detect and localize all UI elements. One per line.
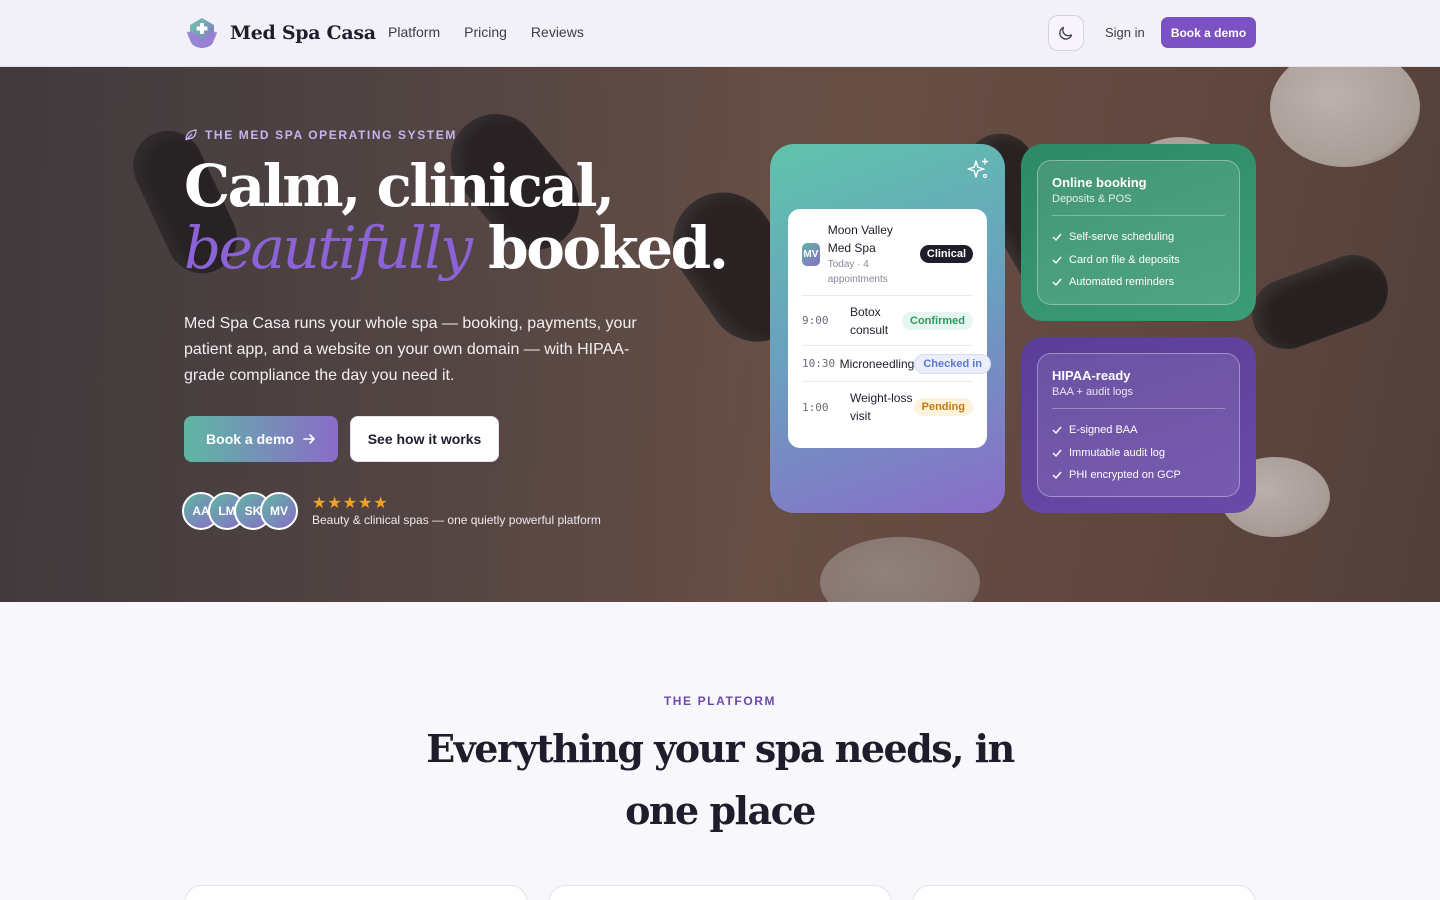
- moon-icon: [1059, 26, 1073, 40]
- nav-book-demo-button[interactable]: Book a demo: [1161, 17, 1256, 48]
- social-proof-text: Beauty & clinical spas — one quietly pow…: [312, 513, 601, 527]
- theme-toggle-button[interactable]: [1048, 15, 1084, 51]
- schedule-subtitle: Today · 4 appointments: [827, 259, 888, 285]
- primary-nav: Platform Pricing Reviews: [388, 24, 584, 40]
- feature-item-label: Automated reminders: [1069, 276, 1175, 289]
- brand-name: Med Spa Casa: [230, 22, 376, 44]
- spa-name: Moon Valley Med Spa: [827, 223, 893, 255]
- feature-item: Automated reminders: [1052, 271, 1225, 294]
- feature-card-inner: Online booking Deposits & POS Self-serve…: [1037, 160, 1240, 305]
- sparkle-icon: [967, 158, 989, 179]
- feature-subtitle: Deposits & POS: [1052, 193, 1225, 216]
- hipaa-card: HIPAA-ready BAA + audit logs E-signed BA…: [1021, 337, 1256, 513]
- hero-eyebrow-text: THE MED SPA OPERATING SYSTEM: [205, 128, 457, 142]
- check-icon: [1052, 233, 1062, 242]
- appointment-name: Microneedling: [839, 356, 915, 371]
- feature-title: HIPAA-ready: [1052, 368, 1131, 383]
- headline-end: booked.: [488, 214, 729, 282]
- headline-line-1: Calm, clinical,: [184, 152, 615, 220]
- hero-headline: Calm, clinical, beautifully booked.: [184, 152, 729, 282]
- hero-lead: Med Spa Casa runs your whole spa — booki…: [184, 315, 637, 384]
- check-icon: [1052, 449, 1062, 457]
- star-rating: ★★★★★: [312, 495, 389, 512]
- appointment-time: 10:30: [802, 357, 836, 370]
- appointment-row[interactable]: 10:30 Microneedling Checked in: [802, 346, 991, 382]
- nav-link-reviews[interactable]: Reviews: [531, 24, 584, 40]
- check-icon: [1052, 426, 1062, 435]
- feature-list: Self-serve scheduling Card on file & dep…: [1052, 226, 1225, 294]
- appointment-name: Botox consult: [850, 304, 889, 337]
- sign-in-link[interactable]: Sign in: [1105, 25, 1145, 40]
- platform-card[interactable]: [184, 885, 528, 900]
- nav-link-platform[interactable]: Platform: [388, 24, 440, 40]
- appointment-row[interactable]: 9:00 Botox consult Confirmed: [802, 296, 973, 346]
- feature-item-label: Immutable audit log: [1069, 446, 1165, 459]
- avatar: MV: [260, 492, 298, 530]
- brand-logo[interactable]: Med Spa Casa: [184, 16, 376, 50]
- nav-link-pricing[interactable]: Pricing: [464, 24, 507, 40]
- feature-item: E-signed BAA: [1052, 419, 1225, 442]
- customer-avatars: AA LM SK MV: [182, 492, 298, 530]
- feature-item: Immutable audit log: [1052, 442, 1225, 465]
- feature-list: E-signed BAA Immutable audit log PHI enc…: [1052, 419, 1225, 487]
- schedule-card: MV Moon Valley Med Spa Today · 4 appoint…: [788, 209, 991, 448]
- schedule-title-block: Moon Valley Med Spa Today · 4 appointmen…: [828, 221, 908, 287]
- arrow-right-icon: [303, 434, 315, 444]
- platform-card[interactable]: [548, 885, 892, 900]
- appointment-time: 1:00: [802, 400, 829, 414]
- logo-icon: [187, 18, 217, 48]
- appointment-name: Weight-loss visit: [850, 391, 913, 423]
- appointment-row[interactable]: 1:00 Weight-loss visit Pending: [802, 382, 973, 432]
- feature-title: Online booking: [1052, 175, 1147, 190]
- feature-item: Card on file & deposits: [1052, 249, 1225, 272]
- hero-book-demo-label: Book a demo: [206, 431, 294, 447]
- check-icon: [1052, 256, 1062, 264]
- status-badge: Confirmed: [902, 311, 973, 330]
- appointment-time: 9:00: [802, 314, 829, 327]
- feature-item-label: Self-serve scheduling: [1069, 231, 1175, 244]
- feature-item-label: Card on file & deposits: [1069, 253, 1180, 266]
- top-nav: Med Spa Casa Platform Pricing Reviews Si…: [0, 0, 1440, 67]
- feature-item: PHI encrypted on GCP: [1052, 464, 1225, 487]
- check-icon: [1052, 471, 1062, 480]
- schedule-header: MV Moon Valley Med Spa Today · 4 appoint…: [802, 221, 973, 296]
- headline-accent: beautifully: [184, 214, 473, 282]
- feature-subtitle: BAA + audit logs: [1052, 386, 1225, 409]
- check-icon: [1052, 278, 1062, 287]
- feature-card-inner: HIPAA-ready BAA + audit logs E-signed BA…: [1037, 353, 1240, 497]
- status-badge: Checked in: [914, 353, 991, 374]
- platform-eyebrow: THE PLATFORM: [663, 694, 777, 708]
- status-badge: Pending: [913, 398, 973, 416]
- feature-item: Self-serve scheduling: [1052, 226, 1225, 249]
- platform-title: Everything your spa needs, in one place: [426, 726, 1015, 833]
- leaf-icon: [185, 129, 197, 141]
- feature-item-label: PHI encrypted on GCP: [1069, 469, 1181, 482]
- clinical-tag: Clinical: [919, 245, 973, 263]
- platform-card[interactable]: [912, 885, 1256, 900]
- see-how-it-works-button[interactable]: See how it works: [350, 416, 499, 462]
- online-booking-card: Online booking Deposits & POS Self-serve…: [1021, 144, 1256, 321]
- hero-book-demo-button[interactable]: Book a demo: [184, 416, 338, 462]
- hero-eyebrow: THE MED SPA OPERATING SYSTEM: [184, 128, 457, 142]
- feature-item-label: E-signed BAA: [1069, 424, 1138, 437]
- spa-badge: MV: [802, 243, 820, 266]
